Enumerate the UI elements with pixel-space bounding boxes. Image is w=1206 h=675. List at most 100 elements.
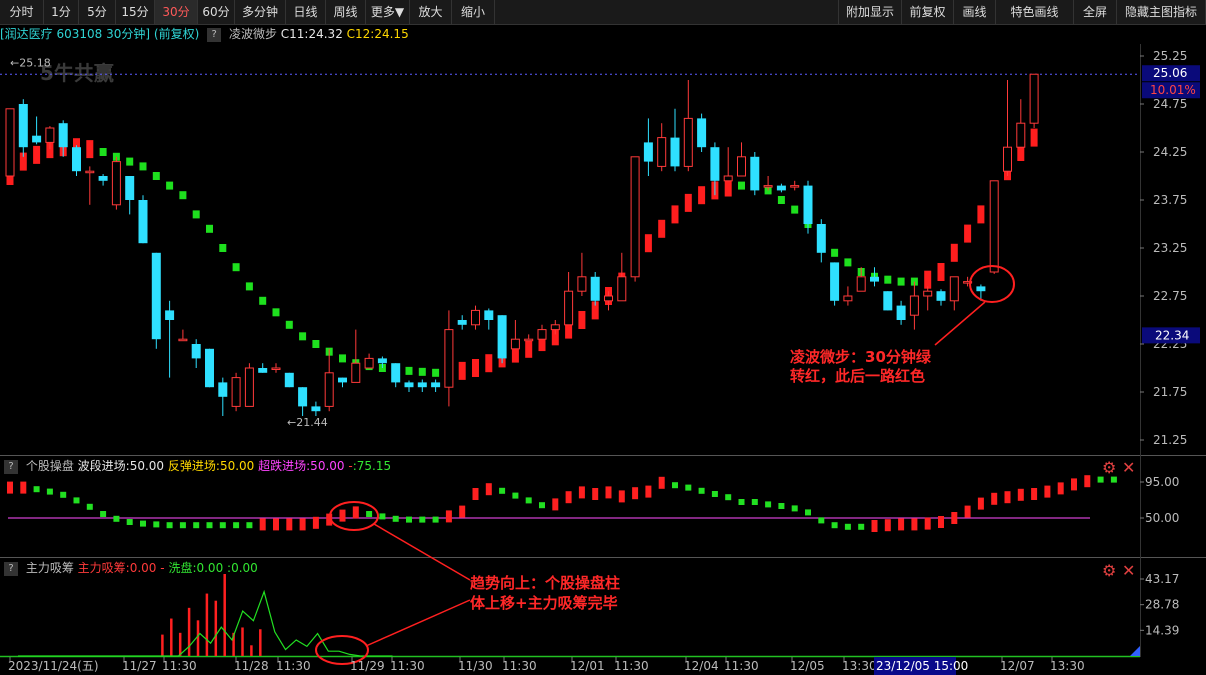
candle-body [564,290,574,326]
ma-dot [139,162,147,171]
p2-bar [831,522,838,529]
ma-dot [259,296,267,305]
p2-bar [765,501,772,508]
p2-bar [1071,478,1077,491]
candle-body [856,276,866,292]
candle-body [58,123,68,148]
candle-body [870,276,879,282]
candle-body [191,344,201,359]
p2-bar [126,519,133,525]
ma-dot [232,263,240,272]
p2-bar [60,491,67,498]
p2-bar [672,482,678,489]
candle-body [617,276,627,302]
candle-body [923,290,933,297]
p2-bar [140,520,146,527]
ma-dot [777,196,785,204]
ma-dot [964,224,972,243]
candle-body [417,382,427,388]
ma-dot [179,191,187,200]
candle-body [364,357,374,369]
p2-bar [166,522,173,529]
candle-body [750,156,760,191]
ma-dot [485,354,493,373]
p2-bar [938,516,944,528]
candle-body [72,147,81,172]
p2-bar [632,487,639,500]
p2-bar [219,522,226,529]
ma-dot [312,340,320,348]
candle-body [537,329,547,340]
candle-body [351,362,361,383]
candle-body [258,368,268,373]
y-tick-label: 43.17 [1145,572,1179,586]
p2-bar [73,497,80,504]
annotation-arrow [365,599,471,647]
candle-body [165,310,175,320]
p2-bar [991,492,998,505]
candle-body [391,363,401,383]
ma-dot [405,366,413,375]
x-tick-label: 11:30 [162,659,197,673]
chart-canvas[interactable]: 25.2524.7524.2523.7523.2522.7522.2521.75… [0,0,1206,675]
candle-body [949,276,959,302]
candle-body [1016,122,1026,148]
ma-dot [285,320,293,329]
candle-body [138,200,148,244]
candle-body [125,176,135,200]
candle-body [909,295,919,316]
candle-body [271,367,281,370]
p2-bar [366,511,373,517]
y-tick-label: 23.25 [1153,241,1187,255]
p2-bar [206,522,213,529]
candle-body [643,142,653,162]
p2-bar [20,481,27,494]
p2-bar [525,497,532,504]
ma-dot [152,172,160,180]
p2-bar [924,517,931,530]
ma-dot [299,332,307,341]
candle-body [1003,146,1012,172]
candle-body [683,117,693,167]
candle-body [324,372,334,407]
p2-bar [512,492,519,499]
p2-bar [1084,475,1091,488]
candle-body [670,137,680,167]
candle-body [178,338,188,342]
p2-bar [312,516,319,529]
p2-bar [259,518,266,531]
p2-bar [539,502,545,509]
p2-bar [738,499,745,505]
price-tag: 25.06 [1153,66,1187,80]
ma-dot [671,205,679,224]
p2-bar [858,523,865,530]
candle-body [484,310,494,320]
ma-dot [644,234,652,253]
x-tick-label: 11/28 [234,659,269,673]
ma-dot [432,368,440,377]
y-tick-label: 22.75 [1153,289,1187,303]
candle-body [657,137,667,167]
candle-body [45,127,55,143]
candle-body [338,377,347,383]
p2-bar [645,485,652,498]
p2-bar [86,503,93,510]
ma-dot [166,181,174,190]
p2-bar [871,520,878,532]
candle-body [763,185,773,188]
y-tick-label: 24.25 [1153,145,1187,159]
p2-bar [406,516,412,523]
p2-bar [419,516,426,523]
p2-bar [711,491,718,497]
x-tick-label: 12/07 [1000,659,1035,673]
p2-bar [818,517,825,524]
candle-body [776,185,786,191]
x-tick-label: 11:30 [276,659,311,673]
cursor-tag: 22.34 [1155,328,1189,342]
p2-bar [578,486,585,499]
x-tick-label: 11:30 [502,659,537,673]
p2-bar [153,521,160,528]
gear-icon: ⚙ [1102,458,1116,477]
annotation-arrow [934,301,986,346]
candle-body [85,170,95,174]
